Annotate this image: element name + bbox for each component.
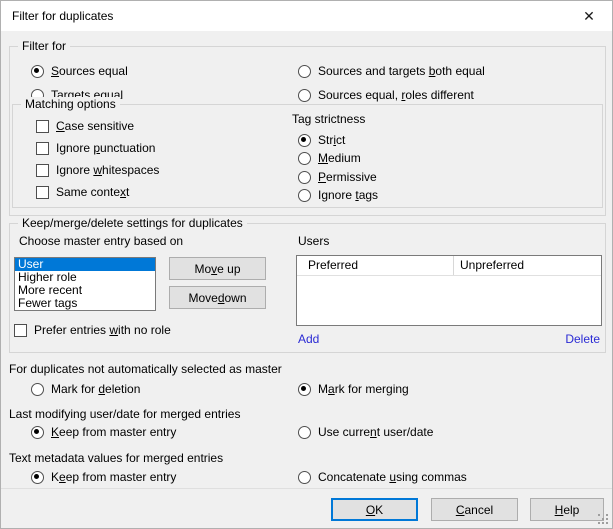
group-filter-for-label: Filter for (18, 39, 70, 53)
group-matching-options-label: Matching options (21, 97, 120, 111)
radio-circle (298, 65, 311, 78)
radio-circle (298, 189, 311, 202)
checkbox-prefer-no-role[interactable]: Prefer entries with no role (14, 323, 171, 337)
checkbox-box (36, 142, 49, 155)
radio-circle (298, 426, 311, 439)
master-section-label: For duplicates not automatically selecte… (9, 362, 282, 376)
checkbox-box (36, 186, 49, 199)
tag-strictness-label: Tag strictness (292, 112, 365, 126)
checkbox-box (14, 324, 27, 337)
cancel-button[interactable]: Cancel (431, 498, 518, 521)
column-header-preferred[interactable]: Preferred (297, 256, 454, 275)
radio-mark-for-deletion[interactable]: Mark for deletion (31, 382, 140, 396)
resize-grip-icon[interactable] (597, 513, 609, 525)
radio-medium[interactable]: Medium (298, 151, 361, 165)
move-down-button[interactable]: Move down (169, 286, 266, 309)
titlebar[interactable]: Filter for duplicates ✕ (1, 1, 612, 31)
radio-label: Concatenate using commas (318, 470, 467, 484)
radio-label: Use current user/date (318, 425, 433, 439)
radio-permissive[interactable]: Permissive (298, 170, 377, 184)
checkbox-case-sensitive[interactable]: Case sensitive (36, 119, 134, 133)
metadata-section-label: Text metadata values for merged entries (9, 451, 223, 465)
radio-label: Sources equal (51, 64, 128, 78)
radio-label: Sources equal, roles different (318, 88, 474, 102)
users-label: Users (298, 234, 329, 248)
radio-sources-equal[interactable]: Sources equal (31, 64, 128, 78)
radio-label: Strict (318, 133, 345, 147)
checkbox-same-context[interactable]: Same context (36, 185, 129, 199)
checkbox-label: Same context (56, 185, 129, 199)
radio-circle (298, 171, 311, 184)
radio-mark-for-merging[interactable]: Mark for merging (298, 382, 409, 396)
radio-concatenate-commas[interactable]: Concatenate using commas (298, 470, 467, 484)
checkbox-label: Ignore whitespaces (56, 163, 159, 177)
radio-label: Keep from master entry (51, 425, 176, 439)
add-link[interactable]: Add (298, 332, 319, 346)
choose-master-label: Choose master entry based on (19, 234, 183, 248)
checkbox-label: Prefer entries with no role (34, 323, 171, 337)
checkbox-ignore-punctuation[interactable]: Ignore punctuation (36, 141, 155, 155)
radio-ignore-tags[interactable]: Ignore tags (298, 188, 378, 202)
radio-label: Sources and targets both equal (318, 64, 485, 78)
radio-label: Permissive (318, 170, 377, 184)
group-keep-merge-delete-label: Keep/merge/delete settings for duplicate… (18, 216, 247, 230)
checkbox-label: Case sensitive (56, 119, 134, 133)
filter-for-duplicates-dialog: Filter for duplicates ✕ Filter for Sourc… (0, 0, 613, 529)
radio-circle (298, 89, 311, 102)
footer-divider (1, 488, 612, 489)
radio-label: Mark for deletion (51, 382, 140, 396)
radio-circle (298, 134, 311, 147)
radio-strict[interactable]: Strict (298, 133, 345, 147)
checkbox-box (36, 164, 49, 177)
radio-label: Keep from master entry (51, 470, 176, 484)
checkbox-label: Ignore punctuation (56, 141, 155, 155)
move-up-button[interactable]: Move up (169, 257, 266, 280)
radio-circle (298, 471, 311, 484)
radio-circle (31, 65, 44, 78)
master-criteria-listbox[interactable]: User Higher role More recent Fewer tags (14, 257, 156, 311)
close-icon[interactable]: ✕ (574, 1, 604, 31)
list-item[interactable]: Fewer tags (15, 297, 155, 310)
radio-keep-from-master-user-date[interactable]: Keep from master entry (31, 425, 176, 439)
radio-label: Mark for merging (318, 382, 409, 396)
checkbox-ignore-whitespaces[interactable]: Ignore whitespaces (36, 163, 159, 177)
radio-circle (31, 426, 44, 439)
delete-link[interactable]: Delete (565, 332, 600, 346)
radio-use-current-user-date[interactable]: Use current user/date (298, 425, 433, 439)
checkbox-box (36, 120, 49, 133)
radio-circle (31, 471, 44, 484)
users-table-header: Preferred Unpreferred (297, 256, 601, 276)
radio-circle (298, 152, 311, 165)
help-button[interactable]: Help (530, 498, 604, 521)
window-title: Filter for duplicates (12, 9, 113, 23)
modified-section-label: Last modifying user/date for merged entr… (9, 407, 240, 421)
radio-circle (31, 383, 44, 396)
column-header-unpreferred[interactable]: Unpreferred (454, 256, 601, 275)
radio-keep-from-master-metadata[interactable]: Keep from master entry (31, 470, 176, 484)
radio-circle (298, 383, 311, 396)
ok-button[interactable]: OK (331, 498, 418, 521)
users-table: Preferred Unpreferred (296, 255, 602, 326)
radio-label: Medium (318, 151, 361, 165)
radio-sources-targets-both-equal[interactable]: Sources and targets both equal (298, 64, 485, 78)
radio-label: Ignore tags (318, 188, 378, 202)
radio-sources-equal-roles-different[interactable]: Sources equal, roles different (298, 88, 474, 102)
